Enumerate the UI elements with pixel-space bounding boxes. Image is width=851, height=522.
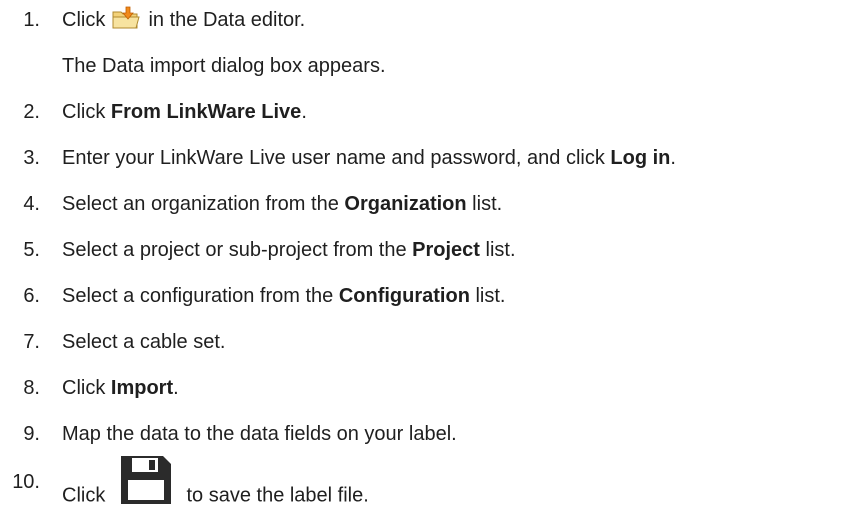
ui-term: Import	[110, 377, 174, 399]
step-text: Enter your LinkWare Live user name and p…	[62, 147, 611, 169]
step-text: Map the data to the data fields on your …	[62, 423, 457, 445]
step-text: list.	[469, 285, 506, 307]
ui-term: Organization	[344, 193, 467, 215]
step-1-result: The Data import dialog box appears.	[62, 55, 386, 77]
step-number: 8.	[23, 377, 40, 399]
open-folder-import-icon	[111, 6, 141, 30]
step-text: .	[301, 101, 307, 123]
step-text: Select an organization from the	[62, 193, 345, 215]
step-number: 10.	[12, 471, 40, 493]
step-number: 1.	[23, 9, 40, 31]
ui-term: Log in	[610, 147, 671, 169]
step-number: 7.	[23, 331, 40, 353]
step-text: Click	[62, 377, 111, 399]
step-text: list.	[466, 193, 503, 215]
save-floppy-icon	[119, 454, 173, 506]
step-text: Click	[62, 484, 106, 507]
step-text: in the Data editor.	[148, 9, 306, 31]
step-number: 3.	[23, 147, 40, 169]
step-text: .	[670, 147, 676, 169]
step-number: 6.	[23, 285, 40, 307]
step-text: Select a cable set.	[62, 331, 226, 353]
step-text: .	[173, 377, 179, 399]
step-text: Click	[62, 9, 106, 31]
step-text: list.	[479, 239, 516, 261]
ui-term: Project	[412, 239, 480, 261]
step-number: 9.	[23, 423, 40, 445]
ui-term: From LinkWare Live	[110, 101, 302, 123]
step-text: Select a project or sub-project from the	[62, 239, 413, 261]
step-text: Click	[62, 101, 111, 123]
ui-term: Configuration	[338, 285, 470, 307]
step-number: 5.	[23, 239, 40, 261]
step-text: to save the label file.	[186, 484, 369, 507]
step-number: 4.	[23, 193, 40, 215]
step-text: Select a configuration from the	[62, 285, 339, 307]
step-number: 2.	[23, 101, 40, 123]
